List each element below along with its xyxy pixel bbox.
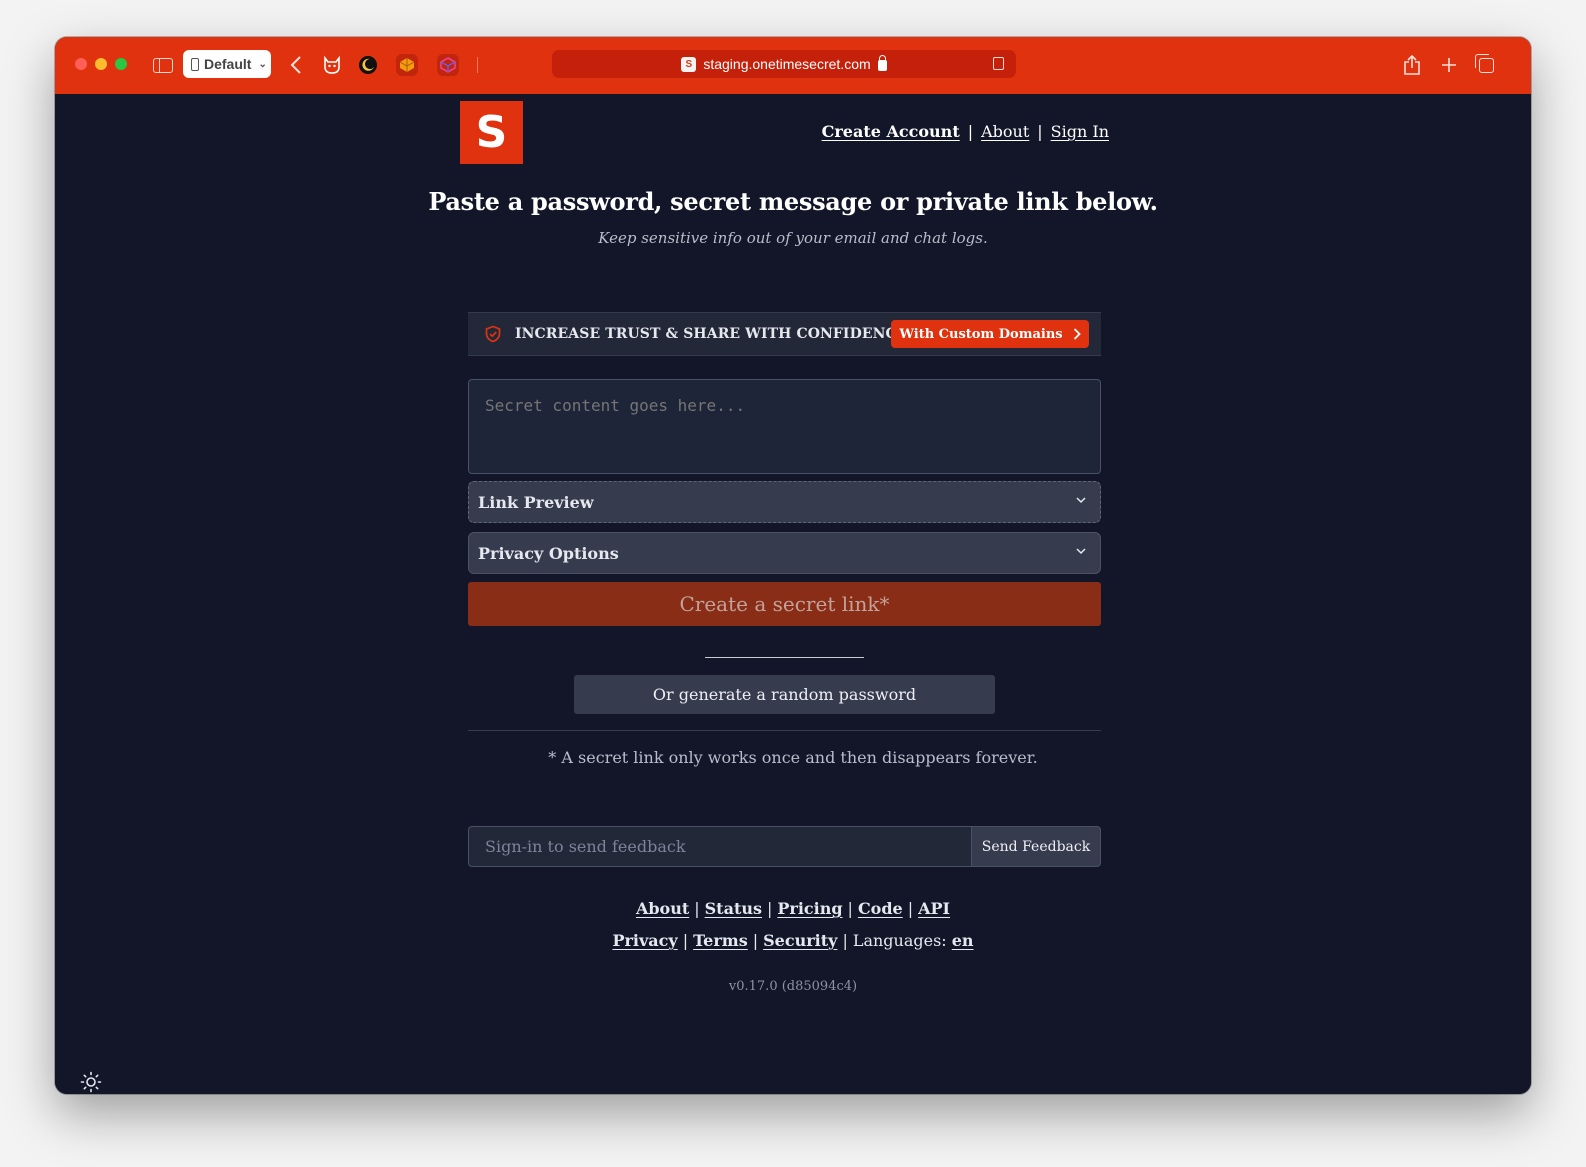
- generate-password-button[interactable]: Or generate a random password: [574, 675, 995, 714]
- sun-icon[interactable]: [80, 1071, 102, 1093]
- page-subtitle: Keep sensitive info out of your email an…: [598, 229, 988, 247]
- privacy-options-label: Privacy Options: [478, 543, 619, 563]
- banner-text: INCREASE TRUST & SHARE WITH CONFIDENCE: [515, 326, 908, 342]
- site-logo[interactable]: S: [460, 101, 523, 164]
- site-favicon: S: [681, 56, 697, 72]
- tab-overview-icon[interactable]: [1472, 51, 1500, 79]
- link-preview-accordion[interactable]: Link Preview: [468, 481, 1101, 523]
- chevron-down-icon: [1076, 548, 1086, 555]
- browser-toolbar: Default ⌄ S staging.onetimesecret.com: [55, 37, 1531, 94]
- shield-check-icon: [485, 325, 501, 343]
- footer-link-api[interactable]: API: [918, 899, 950, 918]
- nav-separator: |: [967, 122, 974, 141]
- profile-icon: [191, 57, 199, 71]
- footnote: * A secret link only works once and then…: [548, 748, 1038, 767]
- link-preview-label: Link Preview: [478, 492, 594, 512]
- page-title: Paste a password, secret message or priv…: [428, 187, 1158, 216]
- footer-link-security[interactable]: Security: [763, 931, 837, 950]
- custom-domains-button[interactable]: With Custom Domains: [891, 320, 1089, 348]
- cat-extension-icon[interactable]: [319, 51, 345, 79]
- custom-domains-banner: INCREASE TRUST & SHARE WITH CONFIDENCE W…: [468, 312, 1101, 356]
- minimize-window-button[interactable]: [95, 58, 107, 70]
- footer-links: About | Status | Pricing | Code | API: [635, 899, 951, 918]
- maximize-window-button[interactable]: [115, 58, 127, 70]
- feedback-input[interactable]: Sign-in to send feedback: [468, 826, 971, 867]
- divider: [468, 730, 1101, 731]
- chevron-down-icon: ⌄: [258, 58, 267, 70]
- browser-window: Default ⌄ S staging.onetimesecret.com S …: [55, 37, 1531, 1094]
- lock-icon: [877, 55, 887, 71]
- about-link[interactable]: About: [981, 122, 1029, 141]
- sign-in-link[interactable]: Sign In: [1051, 122, 1109, 141]
- nav-separator: |: [1037, 122, 1043, 141]
- top-navigation: Create Account | About | Sign In: [822, 122, 1109, 141]
- footer-link-pricing[interactable]: Pricing: [777, 899, 842, 918]
- language-link-en[interactable]: en: [952, 931, 974, 950]
- footer-link-code[interactable]: Code: [858, 899, 903, 918]
- new-tab-icon[interactable]: [1435, 51, 1463, 79]
- chevron-down-icon: [1076, 497, 1086, 504]
- share-icon[interactable]: [1398, 51, 1426, 79]
- chevron-right-icon: [1073, 328, 1081, 340]
- dark-mode-extension-icon[interactable]: [355, 51, 381, 79]
- version-label: v0.17.0 (d85094c4): [728, 979, 858, 994]
- profile-selector[interactable]: Default ⌄: [183, 50, 271, 78]
- box-extension-icon[interactable]: [393, 51, 421, 79]
- back-arrow-icon[interactable]: [281, 51, 311, 79]
- reader-mode-icon[interactable]: [993, 57, 1004, 70]
- send-feedback-button[interactable]: Send Feedback: [971, 826, 1101, 867]
- cube-extension-icon[interactable]: [433, 51, 463, 79]
- languages-label: Languages:: [852, 931, 947, 950]
- sidebar-toggle-icon[interactable]: [150, 51, 176, 79]
- footer-link-terms[interactable]: Terms: [693, 931, 748, 950]
- custom-domains-button-label: With Custom Domains: [899, 326, 1063, 342]
- url-text: staging.onetimesecret.com: [703, 56, 871, 72]
- profile-label: Default: [204, 56, 252, 72]
- toolbar-divider: [477, 57, 478, 73]
- close-window-button[interactable]: [75, 58, 87, 70]
- footer-link-privacy[interactable]: Privacy: [612, 931, 677, 950]
- address-bar[interactable]: S staging.onetimesecret.com: [552, 50, 1016, 78]
- page-content: S Create Account | About | Sign In Paste…: [55, 94, 1531, 1094]
- secret-content-textarea[interactable]: [468, 379, 1101, 474]
- footer-link-status[interactable]: Status: [705, 899, 762, 918]
- divider: [705, 657, 864, 658]
- footer-link-about[interactable]: About: [636, 899, 689, 918]
- create-secret-link-button[interactable]: Create a secret link*: [468, 582, 1101, 626]
- create-account-link[interactable]: Create Account: [822, 122, 960, 141]
- privacy-options-accordion[interactable]: Privacy Options: [468, 532, 1101, 574]
- footer-links-secondary: Privacy | Terms | Security | Languages: en: [612, 931, 974, 950]
